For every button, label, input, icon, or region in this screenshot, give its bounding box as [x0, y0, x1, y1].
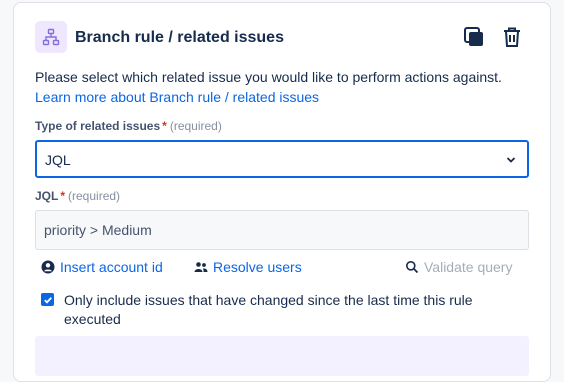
validate-query-button[interactable]: Validate query [405, 259, 512, 275]
resolve-users-label: Resolve users [213, 259, 302, 275]
resolve-users-button[interactable]: Resolve users [194, 259, 302, 275]
card-title: Branch rule / related issues [75, 29, 284, 46]
duplicate-button[interactable] [462, 25, 486, 49]
checkmark-icon [43, 296, 52, 304]
next-section-panel [35, 336, 529, 376]
users-icon [194, 260, 208, 274]
branch-rule-card: Branch rule / related issues Please sele… [13, 2, 551, 382]
required-hint: (required) [68, 189, 121, 203]
insert-account-id-label: Insert account id [60, 259, 163, 275]
changed-issues-label: Only include issues that have changed si… [64, 292, 473, 327]
required-asterisk: * [60, 189, 66, 203]
jql-input[interactable] [35, 210, 529, 250]
related-issues-select-value: JQL [45, 152, 71, 168]
description-text: Please select which related issue you wo… [35, 69, 502, 85]
required-hint: (required) [169, 119, 222, 133]
learn-more-link[interactable]: Learn more about Branch rule / related i… [35, 89, 319, 105]
validate-query-label: Validate query [424, 259, 513, 275]
chevron-down-icon [506, 157, 516, 163]
description: Please select which related issue you wo… [35, 67, 515, 107]
user-circle-icon [41, 260, 55, 274]
related-issues-label-text: Type of related issues [35, 119, 161, 133]
branch-rule-icon [35, 21, 67, 53]
copy-icon [464, 27, 483, 46]
insert-account-id-button[interactable]: Insert account id [41, 259, 163, 275]
card-header: Branch rule / related issues [35, 21, 530, 55]
jql-label: JQL * (required) [35, 189, 120, 203]
search-icon [405, 260, 419, 274]
trash-icon [504, 27, 520, 47]
jql-label-text: JQL [35, 189, 59, 203]
required-asterisk: * [162, 119, 167, 133]
jql-actions: Insert account id Resolve users Validate… [35, 259, 529, 279]
changed-issues-checkbox[interactable] [41, 293, 54, 306]
related-issues-label: Type of related issues * (required) [35, 119, 222, 133]
delete-button[interactable] [500, 25, 524, 49]
related-issues-select[interactable]: JQL [35, 140, 529, 178]
